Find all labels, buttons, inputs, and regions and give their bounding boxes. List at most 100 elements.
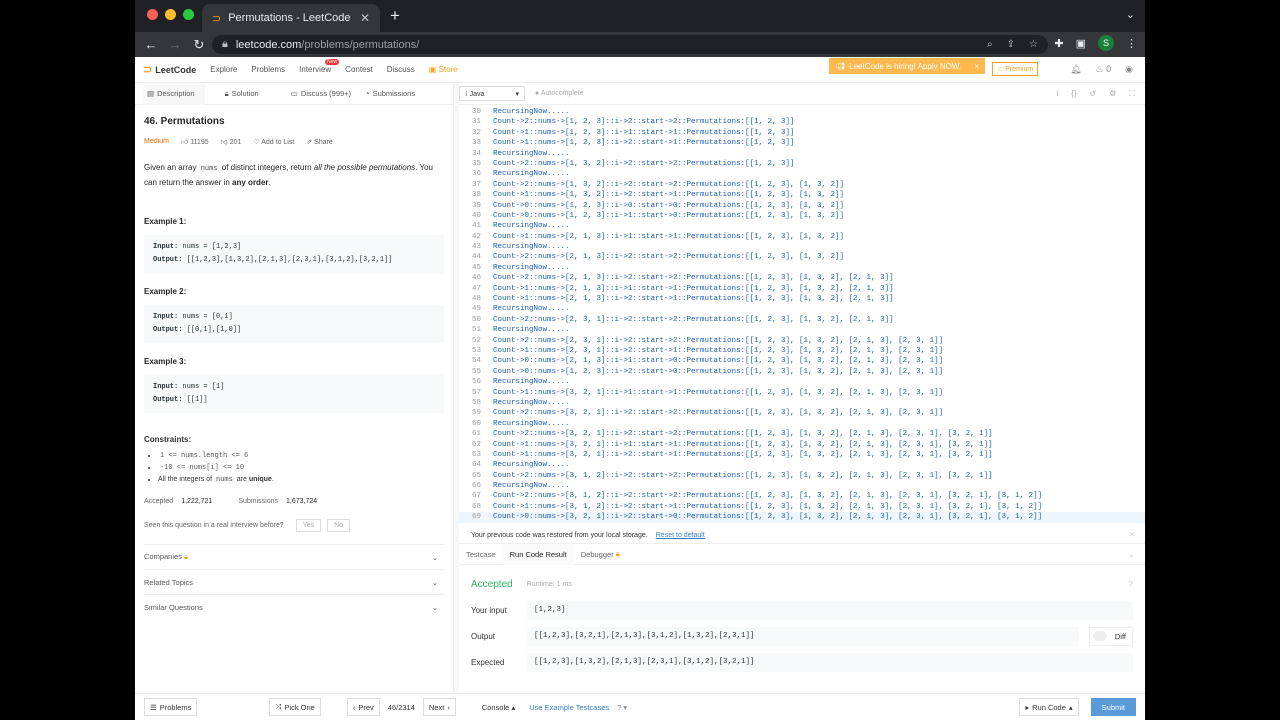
forward-icon[interactable]: → [163,37,187,52]
tab-submissions[interactable]: ◔ Submissions [361,83,425,105]
back-icon[interactable]: ← [139,37,163,52]
yes-button[interactable]: Yes [295,519,322,532]
constraint-item: All the integers of nums are unique. [158,474,444,486]
nav-store[interactable]: ▣ Store [429,65,458,74]
browser-tab[interactable]: ⊃ Permutations - LeetCode ✕ [202,4,380,32]
line-number: 56 [471,378,481,387]
line-text: RecursingNow..... [493,419,570,428]
collapse-chevron-icon[interactable]: ⌄ [1128,550,1135,559]
maximize-window-button[interactable] [183,9,194,20]
info-icon[interactable]: i [1056,89,1058,99]
problems-button[interactable]: ☰ Problems [144,698,198,716]
line-number: 39 [471,201,481,210]
line-text: Count->2::nums->[1, 3, 2]::i->2::start->… [493,180,845,189]
nav-icons: 🔔︎ ♨ 0 ◉ [1070,64,1133,75]
line-text: RecursingNow..... [493,305,570,314]
no-button[interactable]: No [327,519,351,532]
reset-icon[interactable]: ↺ [1090,89,1097,99]
console-toggle[interactable]: Console ▴ [482,703,515,712]
address-bar[interactable]: 🔒︎ leetcode.com/problems/permutations/ ⌕… [212,35,1048,54]
tab-testcase[interactable]: Testcase [459,544,503,565]
submissions-icon: ◔ [365,89,370,98]
sidebar-icon[interactable]: ▣ [1076,37,1086,50]
nav-contest[interactable]: Contest [345,65,373,74]
use-example-testcases-link[interactable]: Use Example Testcases [529,703,609,712]
tab-run-code-result[interactable]: Run Code Result [502,543,574,565]
code-editor[interactable]: 30 RecursingNow..... 31 Count->2::nums->[1,… [459,105,1145,527]
nav-problems[interactable]: Problems [251,65,285,74]
autocomplete-toggle[interactable]: ● Autocomplete [535,90,584,97]
line-number: 43 [471,243,481,252]
line-number: 52 [471,336,481,345]
browser-menu-icon[interactable]: ⋮ [1126,37,1137,50]
submit-button[interactable]: Submit [1090,698,1136,716]
line-number: 31 [471,118,481,127]
close-notice-icon[interactable]: ✕ [1129,531,1135,539]
tab-search-chevron-icon[interactable]: ⌄ [1126,8,1135,21]
minimize-window-button[interactable] [165,9,176,20]
tab-discuss[interactable]: ▭ Discuss (999+) [287,83,361,105]
profile-avatar[interactable]: S [1098,35,1114,51]
close-banner-icon[interactable]: × [974,62,979,71]
zoom-icon[interactable]: ⌕ [987,39,993,50]
chevron-up-icon: ▴ [511,702,516,712]
next-button[interactable]: Next › [422,698,456,716]
new-tab-icon[interactable]: + [390,6,400,26]
accepted-label: Accepted [144,498,174,505]
tab-debugger[interactable]: Debugger 🔒︎ [574,544,627,565]
settings-icon[interactable]: ⚙ [1109,89,1116,99]
add-to-list-label: Add to List [261,138,295,146]
desc-part-2: of distinct integers, return [219,163,314,172]
chevron-down-icon: ⌄ [431,577,438,587]
close-tab-icon[interactable]: ✕ [360,11,370,25]
run-code-button[interactable]: ▸ Run Code ▴ [1019,698,1079,716]
add-to-list-button[interactable]: ♡ Add to List [253,138,294,146]
nav-interview[interactable]: Interview New [299,59,340,74]
dislikes-count: 201 [229,139,242,146]
diff-switch[interactable] [1093,631,1107,641]
line-number: 68 [471,502,481,511]
code-line: 44 Count->2::nums->[2, 1, 3]::i->2::start… [459,252,1145,262]
fullscreen-icon[interactable]: ⛶ [1129,89,1135,99]
tab-description-label: Description [157,89,195,98]
tab-solution[interactable]: 🔒︎ Solution [221,83,269,105]
premium-button[interactable]: ☆ Premium [992,62,1039,76]
pick-one-button[interactable]: ⤨ Pick One [269,698,321,716]
line-number: 45 [471,263,481,272]
hiring-banner[interactable]: 📢︎ LeetCode is hiring! Apply NOW. × [829,58,985,74]
leetcode-logo[interactable]: ⊃ LeetCode [143,63,196,76]
bookmark-star-icon[interactable]: ☆ [1029,39,1038,50]
dislike-button[interactable]: 👎︎ 201 [221,137,242,146]
url-domain: leetcode.com [235,38,302,51]
accordion-related-topics[interactable]: Related Topics ⌄ [144,569,444,594]
help-icon[interactable]: ? [1129,580,1133,589]
diff-toggle[interactable]: Diff [1089,626,1133,646]
user-avatar-icon[interactable]: ◉ [1125,64,1133,75]
tab-description[interactable]: ▤ Description [143,82,205,105]
extensions-puzzle-icon[interactable]: ✚ [1054,37,1063,50]
store-icon: ▣ [428,65,437,74]
code-line: 40 Count->0::nums->[1, 2, 3]::i->1::start… [459,211,1145,221]
line-number: 53 [471,346,481,355]
notification-bell-icon[interactable]: 🔔︎ [1070,64,1081,75]
like-button[interactable]: 👍︎ 11195 [181,137,209,146]
share-page-icon[interactable]: ⇪ [1007,39,1015,50]
line-number: 51 [471,326,481,335]
prev-button[interactable]: ‹ Prev [346,698,380,716]
accordion-companies[interactable]: Companies 🔒︎ ⌄ [144,544,444,569]
line-text: RecursingNow..... [493,222,570,231]
reload-icon[interactable]: ↻ [187,37,211,53]
nav-explore[interactable]: Explore [210,65,237,74]
share-button[interactable]: ⇗ Share [306,138,333,146]
accordion-similar-questions[interactable]: Similar Questions ⌄ [144,594,444,619]
help-icon[interactable]: ? ▾ [617,703,627,712]
braces-icon[interactable]: {} [1071,89,1076,99]
code-line: 59 Count->2::nums->[3, 2, 1]::i->2::start… [459,408,1145,418]
line-number: 64 [471,461,481,470]
nav-discuss[interactable]: Discuss [387,65,415,74]
points-counter[interactable]: ♨ 0 [1096,64,1112,75]
reset-to-default-link[interactable]: Reset to default [656,532,705,539]
language-select[interactable]: ℹ Java ▾ [459,86,525,101]
code-line: 49 RecursingNow..... [459,304,1145,314]
close-window-button[interactable] [147,9,158,20]
